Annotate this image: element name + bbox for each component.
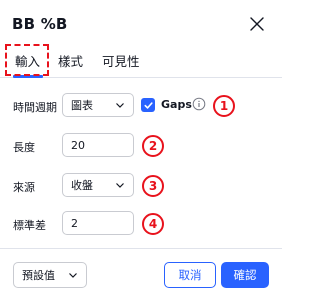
chevron-down-icon [68,270,78,280]
dialog-title: BB %B [12,15,68,33]
chevron-down-icon [115,100,125,110]
tab-visibility[interactable]: 可見性 [102,51,140,70]
annotation-marker-2: 2 [142,135,164,157]
footer-divider [0,248,282,249]
annotation-marker-3: 3 [142,175,164,197]
annotation-highlight-box [5,44,49,76]
timeframe-select[interactable]: 圖表 [62,93,134,117]
length-label: 長度 [13,141,35,154]
stddev-label: 標準差 [13,219,46,232]
checkmark-icon [143,101,153,109]
source-label: 來源 [13,181,35,194]
cancel-button[interactable]: 取消 [164,262,216,288]
annotation-marker-4: 4 [142,213,164,235]
stddev-value: 2 [71,216,78,230]
length-value: 20 [71,138,85,152]
source-select[interactable]: 收盤 [62,173,134,197]
annotation-marker-1: 1 [213,95,235,117]
timeframe-label: 時間週期 [13,101,57,114]
ok-button[interactable]: 確認 [221,262,269,288]
chevron-down-icon [115,180,125,190]
gaps-checkbox[interactable] [141,98,155,112]
stddev-input[interactable]: 2 [62,211,134,235]
length-input[interactable]: 20 [62,133,134,157]
source-value: 收盤 [71,179,93,192]
tab-bar: 輸入 樣式 可見性 [0,42,282,78]
gaps-label: Gaps [161,98,192,111]
defaults-label: 預設值 [22,269,55,282]
timeframe-value: 圖表 [71,99,93,112]
info-icon[interactable] [192,97,206,111]
defaults-dropdown[interactable]: 預設值 [13,262,87,288]
tab-style[interactable]: 樣式 [58,51,83,70]
close-icon[interactable] [247,14,267,34]
